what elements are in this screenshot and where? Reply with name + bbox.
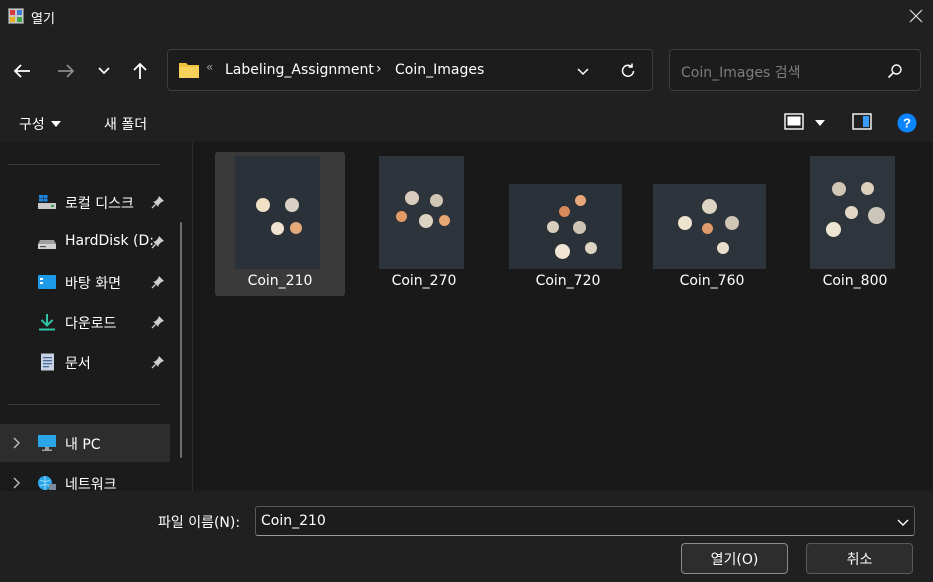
- sidebar-item-label: 로컬 디스크: [65, 196, 134, 212]
- sidebar-item-label: 문서: [65, 356, 91, 372]
- pin-icon[interactable]: [151, 315, 165, 329]
- forward-button[interactable]: [52, 57, 80, 85]
- sidebar-item-this-pc[interactable]: 내 PC: [0, 424, 170, 462]
- svg-text:?: ?: [903, 116, 911, 131]
- new-folder-button[interactable]: 새 폴더: [104, 114, 147, 134]
- file-item-coin-210[interactable]: Coin_210: [215, 152, 345, 296]
- chevron-down-icon: [98, 67, 110, 75]
- caret-down-icon: [50, 121, 61, 127]
- sidebar-item-harddisk[interactable]: HardDisk (D:): [0, 223, 170, 261]
- app-icon: [8, 8, 24, 24]
- sidebar-divider: [8, 404, 160, 405]
- filename-field[interactable]: Coin_210: [255, 506, 915, 536]
- chevron-down-icon[interactable]: [896, 515, 910, 529]
- local-disk-icon: [38, 195, 56, 209]
- file-item-coin-720[interactable]: Coin_720: [503, 152, 633, 296]
- file-item-coin-760[interactable]: Coin_760: [647, 152, 777, 296]
- navigation-bar: « Labeling_Assignment › Coin_Images Coin…: [0, 36, 933, 104]
- pin-icon[interactable]: [151, 195, 165, 209]
- file-name: Coin_720: [535, 273, 601, 289]
- address-overflow[interactable]: «: [206, 60, 213, 74]
- sidebar-item-desktop[interactable]: 바탕 화면: [0, 263, 170, 301]
- pin-icon[interactable]: [151, 275, 165, 289]
- image-thumbnail: [653, 184, 766, 269]
- open-button[interactable]: 열기(O): [681, 543, 788, 574]
- file-item-coin-800[interactable]: Coin_800: [790, 152, 920, 296]
- close-icon: [909, 9, 922, 23]
- organize-button[interactable]: 구성: [19, 114, 61, 134]
- breadcrumb-labeling-assignment[interactable]: Labeling_Assignment: [225, 62, 374, 78]
- new-folder-label: 새 폴더: [104, 117, 148, 133]
- file-list: Coin_210 Coin_270 Coin_720 Coin_760 Coin…: [192, 142, 933, 491]
- sidebar-item-local-disk[interactable]: 로컬 디스크: [0, 183, 170, 221]
- image-thumbnail: [379, 156, 464, 269]
- open-button-label: 열기(O): [710, 551, 759, 568]
- sidebar-item-label: 네트워크: [65, 477, 117, 491]
- document-icon: [41, 353, 54, 371]
- image-thumbnail: [235, 156, 320, 269]
- file-name: Coin_270: [391, 273, 457, 289]
- sidebar-item-label: HardDisk (D:): [65, 233, 153, 249]
- image-thumbnail: [509, 184, 622, 269]
- navigation-pane: 로컬 디스크 HardDisk (D:) 바탕 화면 다운로드 문서 내 PC …: [0, 142, 192, 491]
- cancel-button-label: 취소: [846, 551, 873, 568]
- arrow-right-icon: [58, 64, 75, 78]
- title-bar: 열기: [0, 0, 933, 36]
- command-toolbar: 구성 새 폴더 ?: [0, 104, 933, 142]
- sidebar-item-documents[interactable]: 문서: [0, 343, 170, 381]
- download-icon: [39, 314, 55, 331]
- file-name: Coin_800: [822, 273, 888, 289]
- refresh-icon[interactable]: [619, 62, 637, 80]
- sidebar-item-network[interactable]: 네트워크: [0, 464, 170, 491]
- network-icon: [38, 476, 56, 490]
- up-button[interactable]: [126, 57, 154, 85]
- dialog-footer: 파일 이름(N): Coin_210 열기(O) 취소: [0, 491, 933, 582]
- view-options-caret-icon[interactable]: [815, 120, 825, 126]
- sidebar-item-label: 내 PC: [65, 437, 101, 453]
- file-name: Coin_760: [679, 273, 745, 289]
- sidebar-scrollbar[interactable]: [180, 222, 182, 458]
- address-dropdown-icon[interactable]: [575, 63, 591, 79]
- arrow-left-icon: [13, 64, 30, 78]
- search-icon[interactable]: [887, 63, 903, 79]
- file-item-coin-270[interactable]: Coin_270: [359, 152, 489, 296]
- filename-label: 파일 이름(N):: [158, 515, 241, 531]
- chevron-right-icon[interactable]: [10, 476, 24, 490]
- back-button[interactable]: [8, 57, 36, 85]
- preview-pane-icon[interactable]: [852, 112, 872, 132]
- address-bar[interactable]: « Labeling_Assignment › Coin_Images: [167, 49, 653, 91]
- image-thumbnail: [810, 156, 895, 269]
- folder-icon: [179, 63, 199, 78]
- sidebar-item-label: 다운로드: [65, 316, 117, 332]
- close-button[interactable]: [898, 0, 933, 32]
- pc-icon: [38, 435, 56, 451]
- pin-icon[interactable]: [151, 355, 165, 369]
- organize-label: 구성: [19, 117, 45, 133]
- sidebar-item-downloads[interactable]: 다운로드: [0, 303, 170, 341]
- help-icon[interactable]: ?: [897, 113, 917, 133]
- search-input[interactable]: Coin_Images 검색: [681, 62, 800, 82]
- breadcrumb-coin-images[interactable]: Coin_Images: [395, 62, 484, 78]
- sidebar-item-label: 바탕 화면: [65, 276, 121, 292]
- chevron-right-icon[interactable]: [10, 436, 24, 450]
- arrow-up-icon: [133, 62, 147, 79]
- view-mode-icon[interactable]: [784, 112, 804, 132]
- search-box[interactable]: Coin_Images 검색: [669, 49, 921, 91]
- filename-value[interactable]: Coin_210: [261, 513, 326, 529]
- window-title: 열기: [31, 12, 55, 27]
- drive-icon: [38, 240, 56, 249]
- desktop-icon: [38, 275, 56, 289]
- breadcrumb-separator[interactable]: ›: [376, 61, 382, 77]
- pin-icon[interactable]: [151, 235, 165, 249]
- file-name: Coin_210: [247, 273, 313, 289]
- sidebar-divider: [8, 164, 160, 165]
- recent-locations-button[interactable]: [90, 57, 118, 85]
- cancel-button[interactable]: 취소: [806, 543, 913, 574]
